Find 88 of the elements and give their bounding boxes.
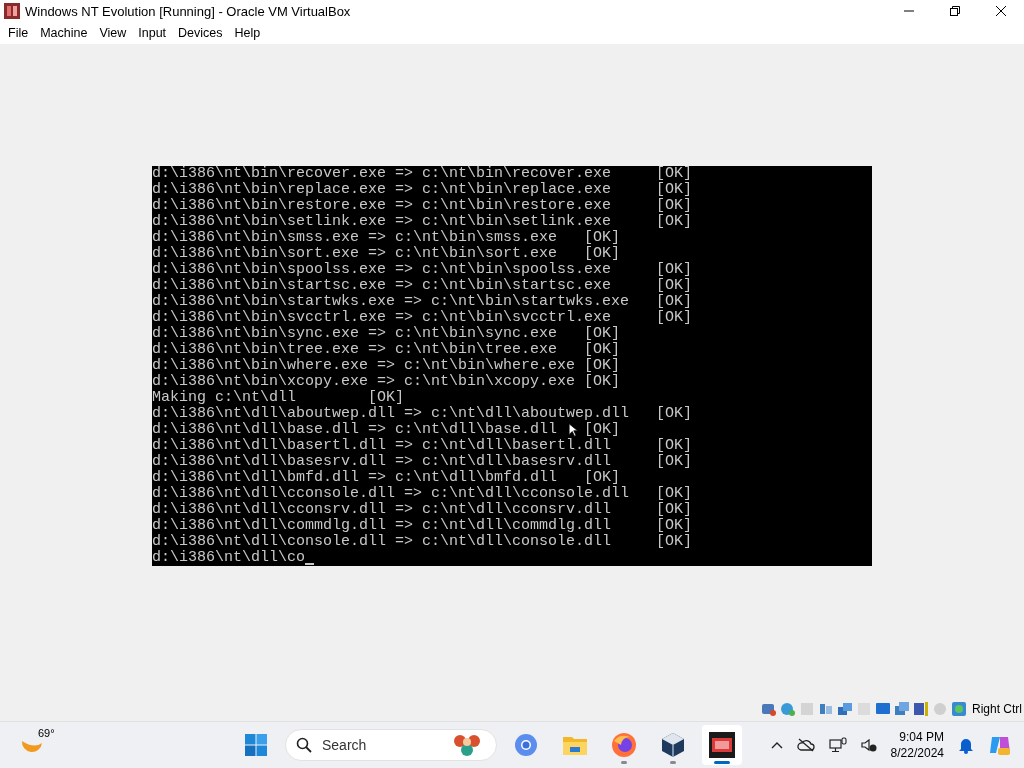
date-text: 8/22/2024: [890, 745, 944, 761]
console-line: d:\i386\nt\dll\aboutwep.dll => c:\nt\dll\aboutwep.dll: [152, 405, 630, 422]
console-line: Making c:\nt\dll: [152, 389, 297, 406]
console-line: d:\i386\nt\dll\basesrv.dll => c:\nt\dll\basesrv.dll: [152, 453, 612, 470]
app-logo-icon: [4, 3, 20, 19]
folder-icon: [562, 734, 588, 756]
console-line: d:\i386\nt\bin\sync.exe => c:\nt\bin\sync.exe: [152, 325, 558, 342]
status-text: [OK]: [584, 325, 621, 342]
console-line: d:\i386\nt\bin\startsc.exe => c:\nt\bin\startsc.exe: [152, 277, 612, 294]
fox-globe-icon: [611, 732, 637, 758]
menu-item[interactable]: Machine: [34, 26, 94, 40]
console-line: d:\i386\nt\dll\basertl.dll => c:\nt\dll\basertl.dll: [152, 437, 612, 454]
console-line: d:\i386\nt\bin\sort.exe => c:\nt\bin\sort.exe: [152, 245, 558, 262]
status-text: [OK]: [656, 533, 693, 550]
console-line: d:\i386\nt\bin\where.exe => c:\nt\bin\where.exe: [152, 357, 576, 374]
console-line: d:\i386\nt\bin\setlink.exe => c:\nt\bin\setlink.exe: [152, 213, 612, 230]
restore-icon: [950, 6, 960, 16]
time-text: 9:04 PM: [899, 729, 944, 745]
console-line: d:\i386\nt\bin\recover.exe => c:\nt\bin\recover.exe: [152, 165, 612, 182]
host-key-label: Right Ctrl: [972, 702, 1022, 716]
keyboard-icon[interactable]: [951, 701, 967, 717]
flower-icon: [452, 732, 482, 758]
bell-icon[interactable]: [958, 736, 974, 754]
status-text: [OK]: [584, 357, 621, 374]
console-line: d:\i386\nt\bin\smss.exe => c:\nt\bin\smss.exe: [152, 229, 558, 246]
status-text: [OK]: [368, 389, 405, 406]
status-text: [OK]: [584, 421, 621, 438]
status-text: [OK]: [656, 501, 693, 518]
status-text: [OK]: [584, 229, 621, 246]
status-text: [OK]: [656, 213, 693, 230]
audio-icon[interactable]: [818, 701, 834, 717]
search-icon: [296, 737, 312, 753]
status-text: [OK]: [656, 277, 693, 294]
console-line: d:\i386\nt\dll\cconsole.dll => c:\nt\dll\cconsole.dll: [152, 485, 630, 502]
status-text: [OK]: [656, 293, 693, 310]
status-text: [OK]: [584, 245, 621, 262]
menu-item[interactable]: View: [93, 26, 133, 40]
display-icon[interactable]: [875, 701, 891, 717]
status-text: [OK]: [584, 373, 621, 390]
status-text: [OK]: [584, 341, 621, 358]
window-title: Windows NT Evolution [Running] - Oracle VM VirtualBox: [25, 3, 352, 19]
clock[interactable]: 9:04 PM 8/22/2024: [890, 729, 944, 761]
menu-item[interactable]: Devices: [172, 26, 229, 40]
status-text: [OK]: [656, 181, 693, 198]
globe-icon: [514, 733, 538, 757]
volume-muted-icon[interactable]: [860, 737, 877, 753]
console-prompt: d:\i386\nt\dll\co: [152, 549, 306, 566]
menu-item[interactable]: Help: [228, 26, 267, 40]
text-cursor: [305, 562, 315, 565]
network-icon[interactable]: [828, 737, 847, 753]
capture-icon[interactable]: [913, 701, 929, 717]
weather-temperature: 69°: [38, 727, 55, 739]
console-line: d:\i386\nt\bin\tree.exe => c:\nt\bin\tree.exe: [152, 341, 558, 358]
status-text: [OK]: [656, 517, 693, 534]
windows-logo-icon: [244, 733, 268, 757]
cloud-off-icon[interactable]: [796, 738, 815, 752]
console-line: d:\i386\nt\bin\spoolss.exe => c:\nt\bin\spoolss.exe: [152, 261, 612, 278]
menu-item[interactable]: Input: [132, 26, 173, 40]
app-logo-icon: [709, 732, 735, 758]
console-line: d:\i386\nt\dll\console.dll => c:\nt\dll\console.dll: [152, 533, 612, 550]
menu-item[interactable]: File: [2, 26, 35, 40]
status-text: [OK]: [656, 485, 693, 502]
status-text: [OK]: [656, 453, 693, 470]
close-icon: [995, 5, 1007, 17]
console-line: d:\i386\nt\bin\restore.exe => c:\nt\bin\restore.exe: [152, 197, 612, 214]
shared-folder-icon[interactable]: [894, 701, 910, 717]
console-line: d:\i386\nt\dll\commdlg.dll => c:\nt\dll\commdlg.dll: [152, 517, 612, 534]
status-text: [OK]: [584, 469, 621, 486]
mouse-pointer-icon: [568, 422, 578, 437]
cube-icon: [661, 732, 685, 758]
console-line: d:\i386\nt\bin\svcctrl.exe => c:\nt\bin\svcctrl.exe: [152, 309, 612, 326]
console-line: d:\i386\nt\dll\bmfd.dll => c:\nt\dll\bmfd.dll: [152, 469, 558, 486]
status-text: [OK]: [656, 165, 693, 182]
console-line: d:\i386\nt\dll\cconsrv.dll => c:\nt\dll\cconsrv.dll: [152, 501, 612, 518]
optical-disc-icon[interactable]: [780, 701, 796, 717]
console-line: d:\i386\nt\bin\startwks.exe => c:\nt\bin\startwks.exe: [152, 293, 630, 310]
status-text: [OK]: [656, 405, 693, 422]
taskbar-app[interactable]: [702, 725, 742, 765]
console-line: d:\i386\nt\bin\replace.exe => c:\nt\bin\replace.exe: [152, 181, 612, 198]
console-line: d:\i386\nt\bin\xcopy.exe => c:\nt\bin\xcopy.exe: [152, 373, 576, 390]
status-text: [OK]: [656, 261, 693, 278]
console-line: d:\i386\nt\dll\base.dll => c:\nt\dll\base.dll: [152, 421, 558, 438]
status-text: [OK]: [656, 309, 693, 326]
status-text: [OK]: [656, 437, 693, 454]
search-field[interactable]: Search: [320, 736, 444, 754]
search-bar[interactable]: Search: [285, 729, 497, 761]
chevron-up-icon[interactable]: [770, 741, 783, 749]
status-text: [OK]: [656, 197, 693, 214]
